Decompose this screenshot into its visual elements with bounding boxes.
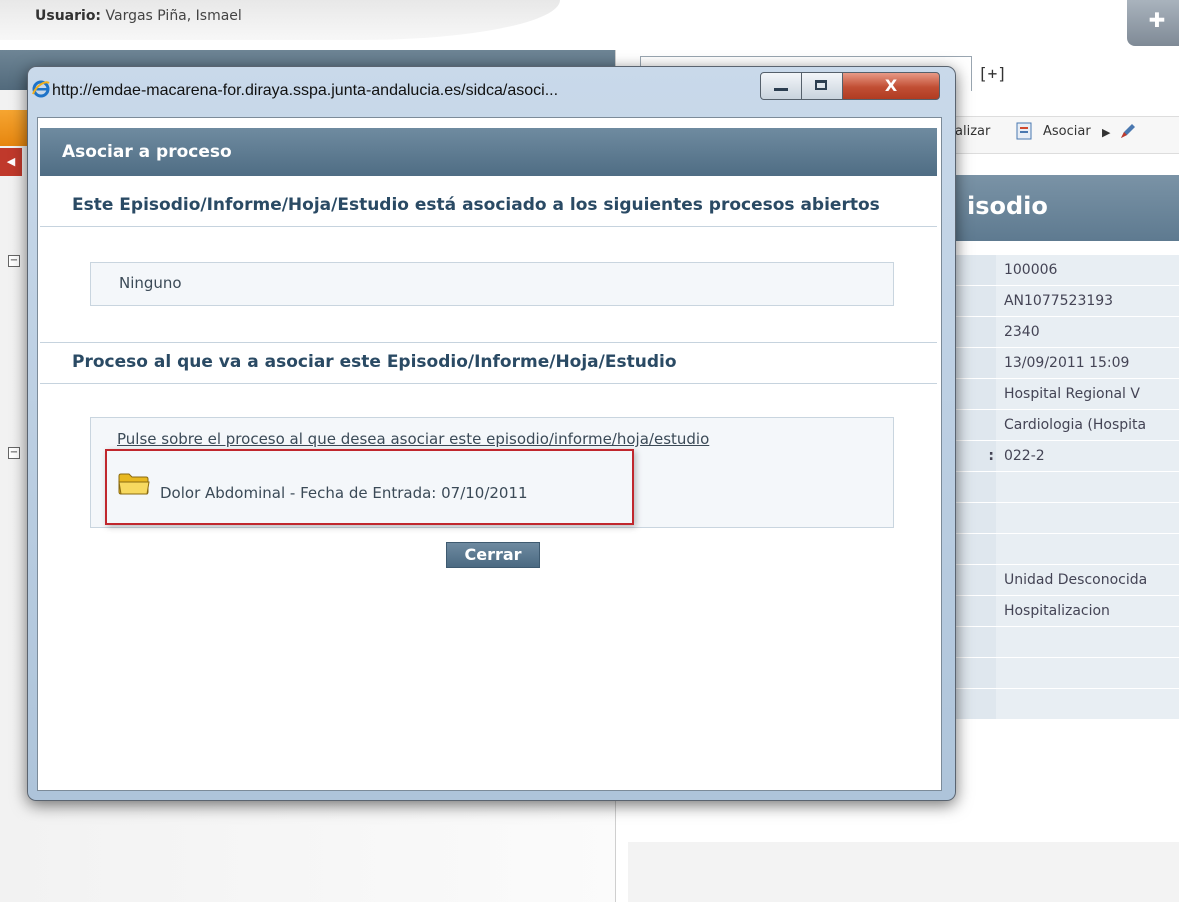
detail-key — [955, 533, 996, 565]
detail-key — [955, 595, 996, 627]
detail-value: AN1077523193 — [995, 285, 1179, 317]
detail-value — [995, 533, 1179, 565]
window-title-url: http://emdae-macarena-for.diraya.sspa.ju… — [52, 82, 559, 99]
maximize-icon[interactable] — [801, 72, 843, 100]
toolbar-asociar[interactable]: Asociar — [1043, 124, 1091, 139]
detail-value — [995, 688, 1179, 720]
episode-section-title: isodio — [955, 175, 1179, 241]
table-row — [955, 533, 1179, 565]
table-row — [955, 502, 1179, 534]
tree-collapse-icon[interactable]: − — [8, 255, 20, 267]
window-controls: X — [760, 72, 945, 100]
table-row — [955, 471, 1179, 503]
detail-key — [955, 285, 996, 317]
detail-value: Hospitalizacion — [995, 595, 1179, 627]
detail-value — [995, 657, 1179, 689]
table-row — [955, 657, 1179, 689]
add-tab-button[interactable]: [+] — [978, 64, 1007, 83]
user-name: Vargas Piña, Ismael — [105, 8, 242, 24]
folder-icon — [118, 473, 150, 495]
ie-icon — [32, 80, 50, 98]
toolbar-actualizar[interactable]: alizar — [955, 124, 990, 139]
submenu-arrow-icon[interactable]: ▶ — [1102, 126, 1110, 139]
dialog-title-bar: Asociar a proceso — [40, 128, 937, 176]
bottom-panel — [628, 842, 1179, 902]
detail-value: Hospital Regional V — [995, 378, 1179, 410]
close-icon[interactable]: X — [842, 72, 940, 100]
detail-value — [995, 626, 1179, 658]
table-row: Hospital Regional V — [955, 378, 1179, 410]
table-row: Cardiologia (Hospita — [955, 409, 1179, 441]
target-process-heading: Proceso al que va a asociar este Episodi… — [40, 342, 937, 384]
table-row: Hospitalizacion — [955, 595, 1179, 627]
detail-value: 2340 — [995, 316, 1179, 348]
open-processes-heading: Este Episodio/Informe/Hoja/Estudio está … — [40, 186, 937, 227]
collapse-arrow-icon[interactable]: ◀ — [0, 148, 22, 176]
detail-key — [955, 657, 996, 689]
detail-value: Cardiologia (Hospita — [995, 409, 1179, 441]
process-item-label[interactable]: Dolor Abdominal - Fecha de Entrada: 07/1… — [160, 484, 528, 502]
open-processes-value: Ninguno — [119, 274, 182, 292]
header-corner-button[interactable]: ✚ — [1127, 0, 1179, 46]
detail-key — [955, 347, 996, 379]
detail-key — [955, 626, 996, 658]
detail-value — [995, 502, 1179, 534]
detail-key — [955, 409, 996, 441]
user-info: Usuario: Vargas Piña, Ismael — [35, 8, 242, 24]
detail-value: 13/09/2011 15:09 — [995, 347, 1179, 379]
detail-key — [955, 471, 996, 503]
table-row: 2340 — [955, 316, 1179, 348]
table-row: :022-2 — [955, 440, 1179, 472]
table-row: 100006 — [955, 255, 1179, 286]
user-label: Usuario: — [35, 8, 102, 24]
detail-key — [955, 564, 996, 596]
minimize-icon[interactable] — [760, 72, 802, 100]
detail-value: 022-2 — [995, 440, 1179, 472]
detail-value: 100006 — [995, 255, 1179, 286]
app-header: Usuario: Vargas Piña, Ismael ✚ — [0, 0, 1179, 50]
detail-key — [955, 316, 996, 348]
detail-key — [955, 255, 996, 286]
edit-icon[interactable] — [1118, 121, 1138, 141]
detail-key — [955, 378, 996, 410]
asociar-icon — [1016, 122, 1032, 140]
detail-value: Unidad Desconocida — [995, 564, 1179, 596]
tree-collapse-icon[interactable]: − — [8, 447, 20, 459]
left-orange-tab[interactable] — [0, 110, 30, 146]
table-row: AN1077523193 — [955, 285, 1179, 317]
table-row — [955, 626, 1179, 658]
detail-key — [955, 502, 996, 534]
table-row: 13/09/2011 15:09 — [955, 347, 1179, 379]
table-row: Unidad Desconocida — [955, 564, 1179, 596]
episode-detail-table: 100006 AN1077523193 2340 13/09/2011 15:09 Ho… — [955, 255, 1179, 720]
table-row — [955, 688, 1179, 720]
open-processes-box: Ninguno — [90, 262, 894, 306]
dialog-title: Asociar a proceso — [62, 142, 232, 162]
cerrar-button[interactable]: Cerrar — [446, 542, 540, 568]
instruction-text: Pulse sobre el proceso al que desea asoc… — [117, 430, 710, 448]
detail-key: : — [955, 440, 996, 472]
detail-value — [995, 471, 1179, 503]
detail-key — [955, 688, 996, 720]
